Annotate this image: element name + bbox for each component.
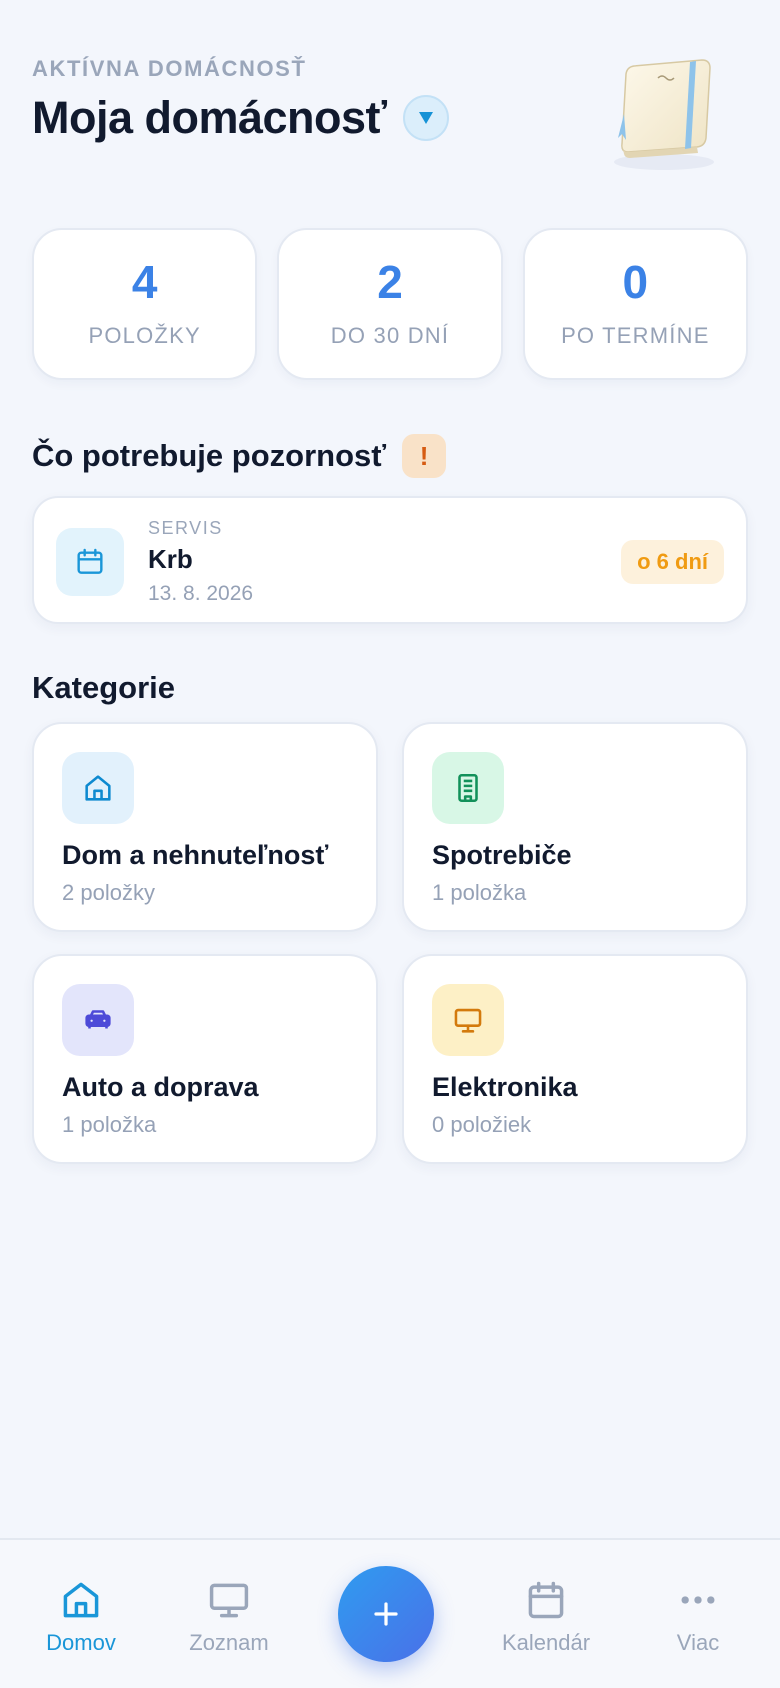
attention-item-date: 13. 8. 2026	[148, 582, 254, 605]
household-title[interactable]: Moja domácnosť	[32, 92, 387, 144]
household-switch-button[interactable]	[402, 95, 449, 141]
tab-label: Viac	[676, 1630, 720, 1655]
monitor-icon	[432, 984, 504, 1056]
stat-items[interactable]: 4 POLOŽKY	[32, 228, 258, 380]
tab-home[interactable]: Domov	[21, 1578, 141, 1656]
category-count: 1 položka	[62, 1112, 157, 1137]
categories-grid: Dom a nehnuteľnosť 2 položky Spotrebiče …	[32, 722, 748, 1164]
category-count: 1 položka	[432, 880, 527, 905]
tab-label: Domov	[46, 1630, 116, 1655]
stat-label: DO 30 DNÍ	[330, 323, 450, 348]
house-icon	[62, 752, 134, 824]
notebook-illustration	[594, 54, 734, 174]
appliance-icon	[432, 752, 504, 824]
monitor-icon	[209, 1583, 249, 1618]
category-name: Elektronika	[432, 1072, 578, 1102]
header: AKTÍVNA DOMÁCNOSŤ Moja domácnosť	[32, 56, 748, 176]
plus-icon	[374, 1602, 398, 1626]
stat-value: 2	[377, 256, 403, 308]
stat-label: POLOŽKY	[88, 323, 201, 348]
category-card-appliances[interactable]: Spotrebiče 1 položka	[402, 722, 748, 932]
category-count: 2 položky	[62, 880, 155, 905]
warning-badge: !	[402, 434, 447, 478]
category-count: 0 položiek	[432, 1112, 532, 1137]
add-item-button[interactable]	[338, 1566, 434, 1662]
attention-item-type: SERVIS	[148, 518, 223, 538]
stat-value: 0	[622, 256, 649, 308]
category-name: Spotrebiče	[432, 840, 572, 870]
category-name: Auto a doprava	[62, 1072, 259, 1102]
triangle-down-icon	[418, 112, 433, 124]
stat-label: PO TERMÍNE	[561, 323, 710, 348]
tab-calendar[interactable]: Kalendár	[486, 1578, 606, 1656]
tab-label: Zoznam	[189, 1630, 269, 1655]
bottom-tab-bar: Domov Zoznam Kalendár Viac	[0, 1538, 780, 1688]
stat-within-30-days[interactable]: 2 DO 30 DNÍ	[277, 228, 503, 380]
due-badge: o 6 dní	[621, 540, 724, 584]
stats-row: 4 POLOŽKY 2 DO 30 DNÍ 0 PO TERMÍNE	[32, 228, 748, 380]
category-card-home[interactable]: Dom a nehnuteľnosť 2 položky	[32, 722, 378, 932]
attention-item-card[interactable]: SERVIS Krb 13. 8. 2026 o 6 dní	[32, 496, 748, 624]
tab-list[interactable]: Zoznam	[169, 1578, 289, 1656]
category-card-car[interactable]: Auto a doprava 1 položka	[32, 954, 378, 1164]
stat-value: 4	[131, 256, 158, 308]
calendar-icon	[56, 528, 124, 596]
category-name: Dom a nehnuteľnosť	[62, 840, 329, 870]
tab-label: Kalendár	[501, 1630, 591, 1655]
category-card-electronics[interactable]: Elektronika 0 položiek	[402, 954, 748, 1164]
more-icon	[681, 1596, 715, 1604]
categories-title: Kategorie	[32, 670, 175, 705]
car-icon	[62, 984, 134, 1056]
tab-more[interactable]: Viac	[638, 1578, 758, 1656]
calendar-icon	[528, 1581, 564, 1619]
attention-section-title: Čo potrebuje pozornosť !	[32, 434, 447, 478]
stat-overdue[interactable]: 0 PO TERMÍNE	[522, 228, 748, 380]
attention-item-name: Krb	[148, 544, 193, 574]
attention-title-text: Čo potrebuje pozornosť	[32, 438, 387, 473]
home-icon	[63, 1582, 99, 1618]
